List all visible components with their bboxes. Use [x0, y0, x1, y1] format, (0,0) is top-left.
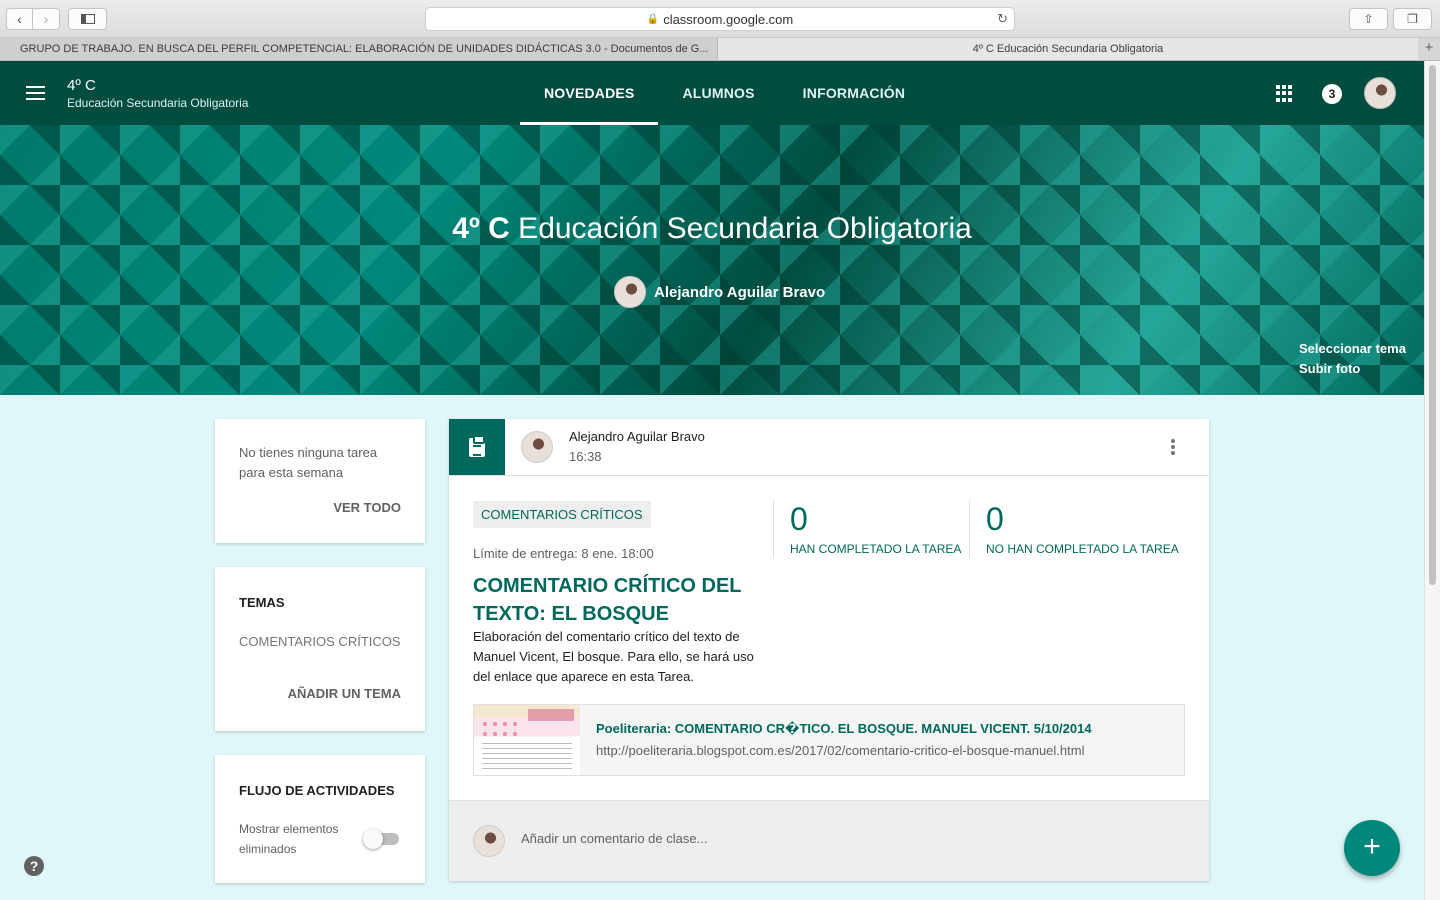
completed-count[interactable]: 0 [790, 501, 808, 538]
header-class-name: 4º C [67, 77, 96, 94]
stat-divider [969, 500, 970, 558]
help-icon[interactable]: ? [24, 856, 44, 876]
due-date: Límite de entrega: 8 ene. 18:00 [473, 546, 654, 561]
browser-tab-docs[interactable]: GRUPO DE TRABAJO. EN BUSCA DEL PERFIL CO… [0, 38, 718, 60]
url-text: classroom.google.com [663, 11, 794, 27]
show-deleted-label: Mostrar elementos eliminados [239, 822, 339, 856]
link-attachment[interactable]: Poeliteraria: COMENTARIO CR�TICO. EL BOS… [473, 704, 1185, 776]
browser-tab-classroom[interactable]: 4º C Educación Secundaria Obligatoria [718, 38, 1418, 60]
add-post-fab[interactable]: + [1344, 820, 1400, 876]
share-button[interactable]: ⇧ [1349, 8, 1388, 30]
select-theme-link[interactable]: Seleccionar tema [1299, 339, 1406, 359]
topics-card: TEMAS COMENTARIOS CRÍTICOS AÑADIR UN TEM… [215, 567, 425, 731]
class-comment-input[interactable] [521, 831, 1121, 846]
scrollbar-thumb[interactable] [1429, 65, 1436, 585]
tab-novedades[interactable]: NOVEDADES [520, 61, 659, 125]
page-scrollbar[interactable] [1424, 61, 1440, 900]
banner-teacher: Alejandro Aguilar Bravo [614, 276, 825, 308]
not-completed-count[interactable]: 0 [986, 501, 1004, 538]
show-tabs-button[interactable]: ❐ [1393, 8, 1432, 30]
browser-toolbar: ‹ › 🔒 classroom.google.com ↻ ⇧ ❐ [0, 0, 1440, 38]
clipboard-icon [469, 434, 485, 457]
upcoming-card: No tienes ninguna tarea para esta semana… [215, 419, 425, 543]
post-author: Alejandro Aguilar Bravo [569, 429, 705, 444]
assignment-description: Elaboración del comentario crítico del t… [473, 629, 754, 684]
view-all-link[interactable]: VER TODO [333, 500, 401, 515]
topics-heading: TEMAS [239, 595, 285, 610]
stream-heading: FLUJO DE ACTIVIDADES [239, 783, 395, 798]
post-author-avatar [521, 431, 553, 463]
teacher-name: Alejandro Aguilar Bravo [654, 283, 826, 301]
menu-icon[interactable] [26, 86, 45, 100]
stream-card: FLUJO DE ACTIVIDADES Mostrar elementos e… [215, 755, 425, 883]
banner-title-section: Educación Secundaria Obligatoria [509, 212, 972, 245]
back-button[interactable]: ‹ [6, 8, 33, 30]
stat-divider [773, 500, 774, 558]
toggle-knob[interactable] [363, 829, 383, 849]
banner-title-class: 4º C [452, 212, 510, 245]
sidebar-toggle-button[interactable] [68, 8, 107, 30]
browser-tab-strip: GRUPO DE TRABAJO. EN BUSCA DEL PERFIL CO… [0, 38, 1440, 61]
notifications-badge[interactable]: 3 [1322, 84, 1342, 104]
forward-button[interactable]: › [33, 8, 60, 30]
tabs-icon: ❐ [1407, 12, 1418, 26]
more-options-icon[interactable] [1171, 439, 1175, 457]
sidebar-icon [80, 14, 95, 24]
teacher-avatar [614, 276, 646, 308]
tab-informacion[interactable]: INFORMACIÓN [779, 61, 930, 125]
upload-photo-link[interactable]: Subir foto [1299, 359, 1406, 379]
lock-icon: 🔒 [646, 13, 660, 25]
comment-avatar [473, 825, 505, 857]
topic-item[interactable]: COMENTARIOS CRÍTICOS [239, 634, 401, 649]
attachment-thumbnail [474, 705, 580, 775]
header-class-section: Educación Secundaria Obligatoria [67, 96, 249, 110]
share-icon: ⇧ [1363, 12, 1374, 26]
post-divider [449, 475, 1209, 476]
post-time: 16:38 [569, 449, 602, 464]
topic-chip[interactable]: COMENTARIOS CRÍTICOS [473, 501, 651, 528]
main-tabs: NOVEDADES ALUMNOS INFORMACIÓN [520, 61, 929, 125]
classroom-header: 4º C Educación Secundaria Obligatoria NO… [0, 61, 1424, 125]
attachment-title[interactable]: Poeliteraria: COMENTARIO CR�TICO. EL BOS… [596, 721, 1092, 737]
attachment-url: http://poeliteraria.blogspot.com.es/2017… [596, 743, 1085, 758]
apps-grid-icon[interactable] [1276, 85, 1293, 102]
class-banner: 4º C Educación Secundaria Obligatoria Al… [0, 125, 1424, 395]
address-bar[interactable]: 🔒 classroom.google.com ↻ [425, 7, 1015, 31]
not-completed-label[interactable]: NO HAN COMPLETADO LA TAREA [986, 542, 1179, 556]
add-topic-link[interactable]: AÑADIR UN TEMA [288, 686, 401, 701]
account-avatar[interactable] [1364, 77, 1396, 109]
assignment-title[interactable]: COMENTARIO CRÍTICO DEL TEXTO: EL BOSQUE [473, 572, 753, 628]
reload-icon[interactable]: ↻ [997, 11, 1008, 27]
nav-buttons: ‹ › [6, 8, 60, 30]
completed-label[interactable]: HAN COMPLETADO LA TAREA [790, 542, 961, 556]
chevron-left-icon: ‹ [17, 11, 22, 27]
upcoming-text: No tienes ninguna tarea para esta semana [239, 445, 378, 480]
chevron-right-icon: › [43, 11, 49, 27]
assignment-icon-box [449, 419, 505, 475]
new-tab-button[interactable]: + [1418, 38, 1440, 60]
assignment-post: Alejandro Aguilar Bravo 16:38 COMENTARIO… [449, 419, 1209, 881]
class-comment-area [449, 800, 1209, 881]
banner-links: Seleccionar tema Subir foto [1299, 339, 1406, 379]
tab-alumnos[interactable]: ALUMNOS [658, 61, 778, 125]
banner-title: 4º C Educación Secundaria Obligatoria [0, 212, 1424, 246]
